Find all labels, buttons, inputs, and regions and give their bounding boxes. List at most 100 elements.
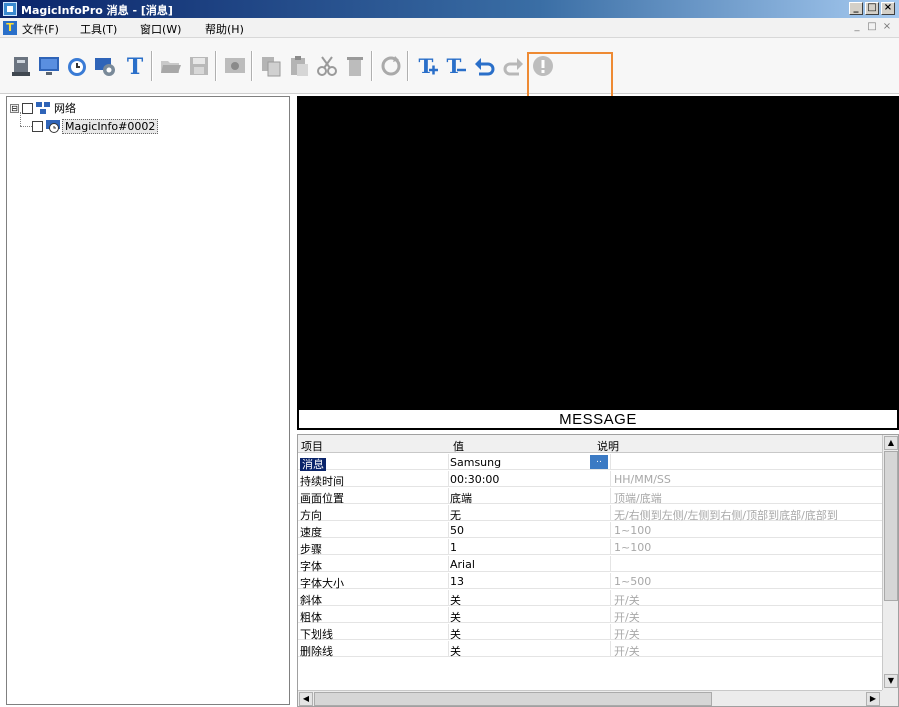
network-checkbox[interactable] xyxy=(22,102,33,114)
property-value[interactable]: Arial xyxy=(450,558,610,571)
property-grid[interactable]: 项目 值 说明 消息 Samsung .. 持续时间 00:30:00 HH/M… xyxy=(297,434,899,707)
maximize-button[interactable]: □ xyxy=(865,2,879,15)
property-name: 画面位置 xyxy=(300,492,344,505)
scroll-right-arrow-icon[interactable]: ▶ xyxy=(866,692,880,706)
menu-window[interactable]: 窗口(W) xyxy=(140,21,181,37)
table-row[interactable]: 斜体 关 开/关 xyxy=(298,590,882,608)
property-name: 删除线 xyxy=(300,645,333,658)
table-row[interactable]: 画面位置 底端 顶端/底端 xyxy=(298,488,882,506)
property-value[interactable]: 00:30:00 xyxy=(450,473,610,486)
child-restore-button[interactable]: □ xyxy=(866,22,878,33)
network-icon xyxy=(36,102,50,114)
svg-text:T: T xyxy=(419,54,434,78)
tree-node-network[interactable]: ⊟ 网络 xyxy=(10,100,78,116)
property-desc: HH/MM/SS xyxy=(614,473,671,486)
document-icon: T xyxy=(3,21,17,35)
property-value[interactable]: 关 xyxy=(450,609,610,625)
save-icon[interactable] xyxy=(186,53,212,79)
tree-expander[interactable]: ⊟ xyxy=(10,103,19,113)
property-name: 斜体 xyxy=(300,594,322,607)
menu-tools[interactable]: 工具(T) xyxy=(80,21,117,37)
child-close-button[interactable]: × xyxy=(881,22,893,33)
property-name: 字体大小 xyxy=(300,577,344,590)
svg-text:T: T xyxy=(447,54,462,78)
property-value[interactable]: Samsung xyxy=(450,456,610,469)
menu-file[interactable]: 文件(F) xyxy=(22,21,59,37)
uploader-icon[interactable] xyxy=(8,53,34,79)
property-value[interactable]: 无 xyxy=(450,507,610,523)
vertical-scrollbar[interactable]: ▲ ▼ xyxy=(882,435,898,690)
window-title: MagicInfoPro 消息 - [消息] xyxy=(21,4,173,17)
property-name: 速度 xyxy=(300,526,322,539)
property-value[interactable]: 关 xyxy=(450,643,610,659)
table-row[interactable]: 持续时间 00:30:00 HH/MM/SS xyxy=(298,471,882,488)
copy-icon[interactable] xyxy=(258,53,284,79)
cut-icon[interactable] xyxy=(314,53,340,79)
device-checkbox[interactable] xyxy=(32,120,43,132)
property-desc: 1~100 xyxy=(614,541,652,554)
horizontal-scrollbar[interactable]: ◀ ▶ xyxy=(298,690,882,706)
property-value[interactable]: 底端 xyxy=(450,490,610,506)
table-row[interactable]: 字体大小 13 1~500 xyxy=(298,573,882,590)
close-button[interactable]: × xyxy=(881,2,895,15)
monitor-icon[interactable] xyxy=(36,53,62,79)
text-add-icon[interactable]: T xyxy=(415,53,441,79)
table-row[interactable]: 字体 Arial xyxy=(298,556,882,573)
property-value[interactable]: 1 xyxy=(450,541,610,554)
message-banner: MESSAGE xyxy=(297,408,899,430)
header-value: 值 xyxy=(453,440,464,453)
network-label: 网络 xyxy=(54,102,76,115)
minimize-button[interactable]: _ xyxy=(849,2,863,15)
property-name: 方向 xyxy=(300,509,322,522)
title-bar: MagicInfoPro 消息 - [消息] _ □ × xyxy=(0,0,899,18)
undo-icon[interactable] xyxy=(472,53,498,79)
property-value[interactable]: 50 xyxy=(450,524,610,537)
svg-text:T: T xyxy=(127,54,144,78)
table-row[interactable]: 删除线 关 开/关 xyxy=(298,641,882,659)
child-minimize-button[interactable]: _ xyxy=(851,22,863,33)
table-row[interactable]: 速度 50 1~100 xyxy=(298,522,882,539)
device-label: MagicInfo#0002 xyxy=(62,118,159,134)
refresh-icon[interactable] xyxy=(378,53,404,79)
schedule-icon[interactable] xyxy=(64,53,90,79)
table-row[interactable]: 下划线 关 开/关 xyxy=(298,624,882,642)
scroll-up-arrow-icon[interactable]: ▲ xyxy=(884,436,898,450)
property-name: 步骤 xyxy=(300,543,322,556)
scroll-left-arrow-icon[interactable]: ◀ xyxy=(299,692,313,706)
text-remove-icon[interactable]: T xyxy=(443,53,469,79)
redo-icon[interactable] xyxy=(500,53,526,79)
settings-icon[interactable] xyxy=(92,53,118,79)
info-icon[interactable] xyxy=(530,53,556,79)
property-name: 字体 xyxy=(300,560,322,573)
edit-ellipsis-button[interactable]: .. xyxy=(590,455,608,469)
toolbar: T T T xyxy=(0,38,899,94)
delete-icon[interactable] xyxy=(342,53,368,79)
property-desc: 1~100 xyxy=(614,524,652,537)
text-message-icon[interactable]: T xyxy=(122,53,148,79)
hscroll-thumb[interactable] xyxy=(314,692,712,706)
message-preview xyxy=(297,96,899,408)
scroll-down-arrow-icon[interactable]: ▼ xyxy=(884,674,898,688)
property-desc: 开/关 xyxy=(614,645,640,658)
property-value[interactable]: 关 xyxy=(450,626,610,642)
property-name: 粗体 xyxy=(300,611,322,624)
grid-header: 项目 值 说明 xyxy=(298,435,882,453)
preview-icon[interactable] xyxy=(222,53,248,79)
app-icon xyxy=(3,2,17,16)
table-row[interactable]: 消息 Samsung .. xyxy=(298,454,882,471)
tree-node-device[interactable]: MagicInfo#0002 xyxy=(32,118,159,134)
paste-icon[interactable] xyxy=(286,53,312,79)
property-desc: 开/关 xyxy=(614,611,640,624)
table-row[interactable]: 方向 无 无/右侧到左侧/左侧到右侧/顶部到底部/底部到 xyxy=(298,505,882,523)
property-value[interactable]: 13 xyxy=(450,575,610,588)
scroll-thumb[interactable] xyxy=(884,451,898,601)
property-desc: 开/关 xyxy=(614,594,640,607)
property-value[interactable]: 关 xyxy=(450,592,610,608)
device-tree[interactable]: ⊟ 网络 MagicInfo#0002 xyxy=(6,96,290,705)
table-row[interactable]: 步骤 1 1~100 xyxy=(298,539,882,556)
property-name: 下划线 xyxy=(300,628,333,641)
table-row[interactable]: 粗体 关 开/关 xyxy=(298,607,882,625)
open-folder-icon[interactable] xyxy=(158,53,184,79)
scroll-corner xyxy=(882,690,898,706)
menu-help[interactable]: 帮助(H) xyxy=(205,21,244,37)
